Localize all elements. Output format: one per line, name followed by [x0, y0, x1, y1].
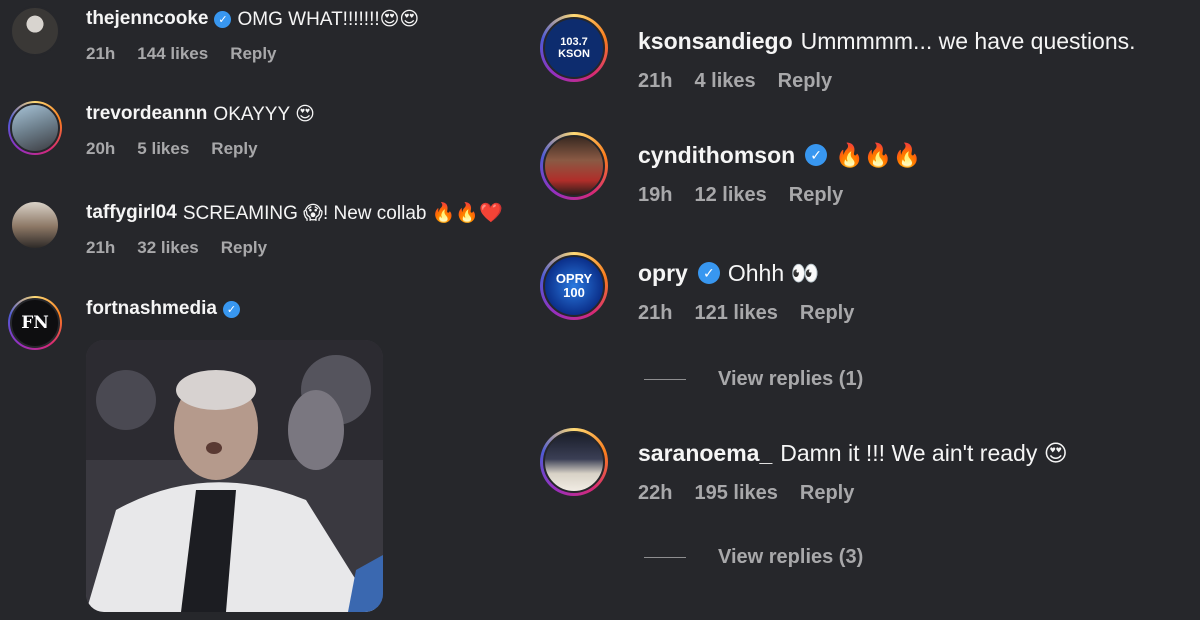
replies-divider-line [644, 379, 686, 380]
view-replies-label: View replies (3) [718, 546, 864, 568]
comment-time: 21h [86, 238, 116, 257]
comment-saranoema: saranoema_ Damn it !!! We ain't ready 😍 … [540, 428, 1068, 505]
comment-line: opry ✓ Ohhh 👀 [638, 258, 876, 288]
comment-body: thejenncooke ✓ OMG WHAT!!!!!!!😍😍 21h 144… [86, 6, 419, 64]
verified-badge-icon: ✓ [805, 144, 828, 166]
username[interactable]: saranoema_ [638, 440, 772, 467]
comment-body: opry ✓ Ohhh 👀 21h 121 likes Reply [638, 258, 876, 325]
verified-badge-icon: ✓ [214, 10, 232, 28]
comment-meta: 21h 144 likes Reply [86, 44, 419, 64]
avatar[interactable]: FN [8, 296, 62, 350]
comment-taffygirl04: taffygirl04 SCREAMING 😱! New collab 🔥🔥❤️… [10, 200, 503, 258]
reply-button[interactable]: Reply [800, 482, 854, 505]
comment-text: Damn it !!! We ain't ready 😍 [780, 439, 1068, 466]
avatar[interactable] [540, 428, 608, 496]
comment-line: saranoema_ Damn it !!! We ain't ready 😍 [638, 438, 1068, 468]
comment-thejenncooke: thejenncooke ✓ OMG WHAT!!!!!!!😍😍 21h 144… [10, 6, 419, 64]
comment-body: trevordeannn OKAYYY 😍 20h 5 likes Reply [86, 101, 315, 159]
comment-text: Ohhh 👀 [727, 259, 820, 286]
comment-likes[interactable]: 12 likes [694, 184, 766, 207]
verified-badge-icon: ✓ [697, 262, 720, 284]
comment-meta: 22h 195 likes Reply [638, 482, 1068, 505]
comment-text: OKAYYY 😍 [213, 103, 315, 125]
comment-likes[interactable]: 195 likes [694, 482, 777, 505]
comment-body: saranoema_ Damn it !!! We ain't ready 😍 … [638, 438, 1068, 505]
comment-text: OMG WHAT!!!!!!!😍😍 [237, 8, 420, 30]
comment-time: 21h [638, 70, 673, 92]
reply-button[interactable]: Reply [230, 44, 276, 64]
avatar[interactable]: 103.7 KSON [540, 14, 608, 82]
comment-meta: 21h 32 likes Reply [86, 238, 503, 258]
avatar[interactable]: OPRY 100 [540, 252, 608, 320]
comment-text: Ummmmm... we have questions. [800, 27, 1136, 54]
avatar[interactable] [540, 132, 608, 200]
username[interactable]: opry [638, 260, 688, 287]
comment-time: 22h [638, 482, 673, 504]
gif-illustration [86, 340, 383, 612]
avatar-image [543, 431, 605, 493]
reply-button[interactable]: Reply [221, 238, 267, 258]
comment-line: thejenncooke ✓ OMG WHAT!!!!!!!😍😍 [86, 6, 419, 32]
comment-meta: 20h 5 likes Reply [86, 139, 315, 159]
avatar[interactable] [10, 6, 60, 56]
comment-opry: OPRY 100 opry ✓ Ohhh 👀 21h 121 likes Rep… [540, 252, 876, 325]
comment-line: taffygirl04 SCREAMING 😱! New collab 🔥🔥❤️ [86, 200, 503, 226]
username[interactable]: ksonsandiego [638, 28, 793, 55]
comment-body: taffygirl04 SCREAMING 😱! New collab 🔥🔥❤️… [86, 200, 503, 258]
reply-button[interactable]: Reply [800, 302, 854, 325]
avatar-image [10, 6, 60, 56]
avatar-image [10, 103, 60, 153]
comment-body: ksonsandiego Ummmmm... we have questions… [638, 26, 1136, 93]
avatar-image: OPRY 100 [543, 255, 605, 317]
comment-ksonsandiego: 103.7 KSON ksonsandiego Ummmmm... we hav… [540, 14, 1136, 93]
comment-likes[interactable]: 32 likes [137, 238, 198, 258]
view-replies-button[interactable]: View replies (3) [644, 546, 863, 569]
comment-cyndithomson: cyndithomson ✓ 🔥🔥🔥 19h 12 likes Reply [540, 132, 921, 207]
avatar[interactable] [10, 200, 60, 250]
comment-time: 21h [86, 44, 116, 63]
verified-badge-icon: ✓ [222, 300, 240, 318]
comment-line: trevordeannn OKAYYY 😍 [86, 101, 315, 127]
avatar-image [543, 135, 605, 197]
comment-meta: 19h 12 likes Reply [638, 184, 921, 207]
avatar-image: 103.7 KSON [543, 17, 605, 79]
comment-time: 21h [638, 302, 673, 324]
avatar-image: FN [10, 298, 60, 348]
comment-line: ksonsandiego Ummmmm... we have questions… [638, 26, 1136, 56]
comment-time: 19h [638, 184, 673, 206]
avatar[interactable] [8, 101, 62, 155]
comment-body: cyndithomson ✓ 🔥🔥🔥 19h 12 likes Reply [638, 140, 921, 207]
comment-gif-image[interactable] [86, 340, 383, 612]
comment-line: cyndithomson ✓ 🔥🔥🔥 [638, 140, 921, 170]
comment-text: SCREAMING 😱! New collab 🔥🔥❤️ [182, 203, 503, 224]
reply-button[interactable]: Reply [778, 70, 832, 93]
reply-button[interactable]: Reply [789, 184, 843, 207]
comment-likes[interactable]: 144 likes [137, 44, 208, 64]
username[interactable]: thejenncooke [86, 8, 208, 30]
comment-line: fortnashmedia ✓ [86, 296, 246, 322]
replies-divider-line [644, 557, 686, 558]
comment-meta: 21h 121 likes Reply [638, 302, 876, 325]
username[interactable]: trevordeannn [86, 103, 207, 125]
comment-meta: 21h 4 likes Reply [638, 70, 1136, 93]
comment-likes[interactable]: 5 likes [137, 139, 189, 159]
avatar-image [10, 200, 60, 250]
comment-likes[interactable]: 121 likes [694, 302, 777, 325]
comment-text: 🔥🔥🔥 [835, 141, 922, 168]
username[interactable]: cyndithomson [638, 142, 795, 169]
reply-button[interactable]: Reply [211, 139, 257, 159]
comment-trevordeannn: trevordeannn OKAYYY 😍 20h 5 likes Reply [8, 101, 315, 159]
comment-likes[interactable]: 4 likes [694, 70, 755, 93]
view-replies-button[interactable]: View replies (1) [644, 368, 863, 391]
view-replies-label: View replies (1) [718, 368, 864, 390]
username[interactable]: taffygirl04 [86, 202, 177, 224]
username[interactable]: fortnashmedia [86, 298, 217, 320]
comment-time: 20h [86, 139, 116, 158]
